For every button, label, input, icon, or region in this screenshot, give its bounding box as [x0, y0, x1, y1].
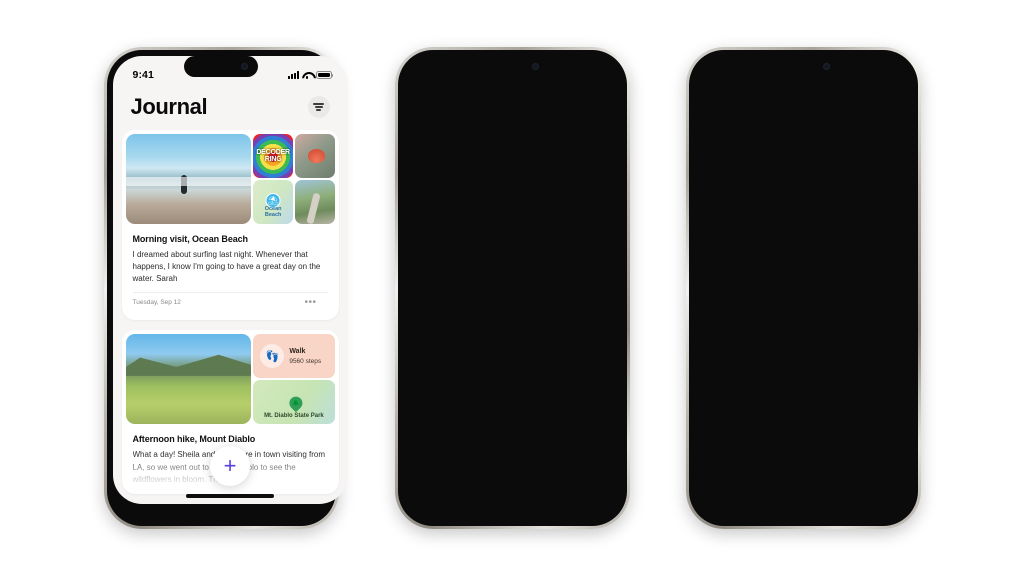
entry-date: Tuesday, Sep 12 — [132, 299, 181, 307]
journal-screen: 9:41 Journal DECODER RING ⛱ Ocean Beach … — [112, 56, 348, 504]
walk-stat-text: Walk 9560 steps — [289, 347, 321, 367]
battery-icon — [315, 71, 333, 79]
status-time: 9:41 — [132, 69, 154, 81]
phone-safari: 9:41 ⌄ ✕ Sillsource Tips and Tools for K… — [394, 47, 630, 529]
entry-thumb-column: DECODER RING OceanBeach — [253, 134, 335, 224]
new-entry-button[interactable]: + — [210, 445, 250, 486]
entry-title: Afternoon hike, Mount Diablo — [132, 434, 256, 445]
phone-bezel — [397, 50, 627, 526]
entry-text: I dreamed about surfing last night. When… — [132, 250, 321, 284]
walk-label: Walk — [289, 347, 306, 355]
walk-stat-card[interactable]: 👣 Walk 9560 steps — [253, 334, 335, 379]
dynamic-island — [475, 56, 549, 77]
filter-icon[interactable] — [307, 96, 330, 118]
entry-thumb-map[interactable]: OceanBeach — [253, 180, 293, 224]
cellular-signal-icon — [287, 71, 299, 79]
entry-media-grid: DECODER RING OceanBeach — [122, 130, 339, 228]
entry-thumb-road[interactable] — [294, 180, 335, 224]
entry-stat-column: 👣 Walk 9560 steps Mt. Diablo State Park — [253, 334, 335, 425]
entry-photo-hillside[interactable] — [125, 334, 252, 425]
page-title: Journal — [130, 94, 208, 119]
podcast-line-2: RING — [264, 156, 282, 163]
entry-thumb-podcast[interactable]: DECODER RING — [253, 134, 293, 178]
phone-lookup: Results ✕ Recipes Show More Gluten-Free … — [685, 47, 921, 529]
phones-showcase: 9:41 Journal DECODER RING ⛱ Ocean Beach … — [0, 0, 1024, 576]
status-icons — [287, 71, 333, 79]
park-label: Mt. Diablo State Park — [264, 413, 324, 420]
home-indicator — [186, 493, 274, 498]
entry-title: Morning visit, Ocean Beach — [132, 234, 249, 244]
phone-bezel — [688, 50, 918, 526]
park-pin-icon — [286, 393, 306, 413]
entry-media-grid: 👣 Walk 9560 steps Mt. Diablo State Park — [122, 330, 339, 428]
park-map-card[interactable]: Mt. Diablo State Park — [253, 380, 335, 425]
entry-photo-beach[interactable] — [125, 134, 252, 224]
footprints-icon: 👣 — [260, 344, 285, 369]
dynamic-island — [184, 56, 258, 77]
entry-thumb-shell[interactable] — [294, 134, 335, 178]
map-label: Ocean Beach — [264, 205, 282, 218]
entry-footer: Tuesday, Sep 12 ••• — [132, 292, 328, 312]
podcast-line-1: DECODER — [256, 149, 290, 156]
walk-value: 9560 steps — [289, 357, 322, 365]
dynamic-island — [766, 56, 840, 77]
phone-journal: 9:41 Journal DECODER RING ⛱ Ocean Beach … — [103, 47, 348, 529]
entry-body: Morning visit, Ocean Beach I dreamed abo… — [122, 228, 339, 320]
wifi-icon — [302, 71, 312, 79]
journal-entry-card[interactable]: DECODER RING OceanBeach — [121, 130, 339, 321]
